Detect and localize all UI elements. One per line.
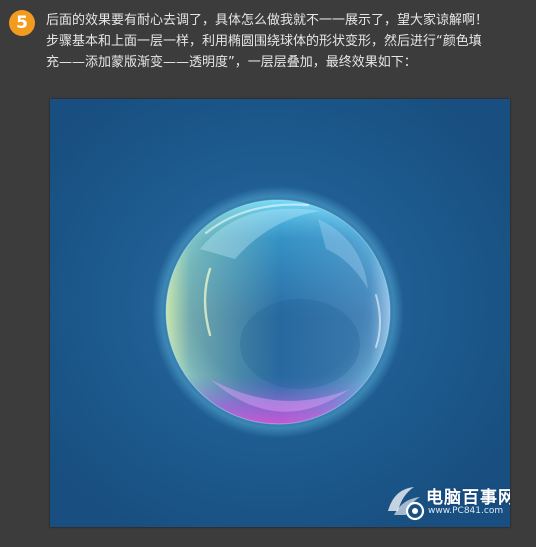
bubble-artwork-image: 电脑百事网 www.PC841.com bbox=[50, 99, 510, 527]
watermark-brand: 电脑百事网 bbox=[426, 488, 510, 508]
step-line-3: 充——添加蒙版渐变——透明度”，一层层叠加，最终效果如下： bbox=[46, 55, 417, 70]
watermark-url: www.PC841.com bbox=[428, 506, 504, 516]
step-description: 后面的效果要有耐心去调了，具体怎么做我就不一一展示了，望大家谅解啊！ 步骤基本和… bbox=[46, 10, 528, 73]
step-line-2: 步骤基本和上面一层一样，利用椭圆围绕球体的形状变形，然后进行“颜色填 bbox=[46, 34, 482, 49]
watermark-logo-icon bbox=[388, 487, 425, 521]
watermark: 电脑百事网 www.PC841.com bbox=[384, 481, 510, 523]
step-line-1: 后面的效果要有耐心去调了，具体怎么做我就不一一展示了，望大家谅解啊！ bbox=[46, 13, 489, 28]
tutorial-page: 5 后面的效果要有耐心去调了，具体怎么做我就不一一展示了，望大家谅解啊！ 步骤基… bbox=[0, 0, 536, 547]
step-number-badge: 5 bbox=[9, 10, 35, 36]
bubble-illustration bbox=[50, 99, 510, 527]
